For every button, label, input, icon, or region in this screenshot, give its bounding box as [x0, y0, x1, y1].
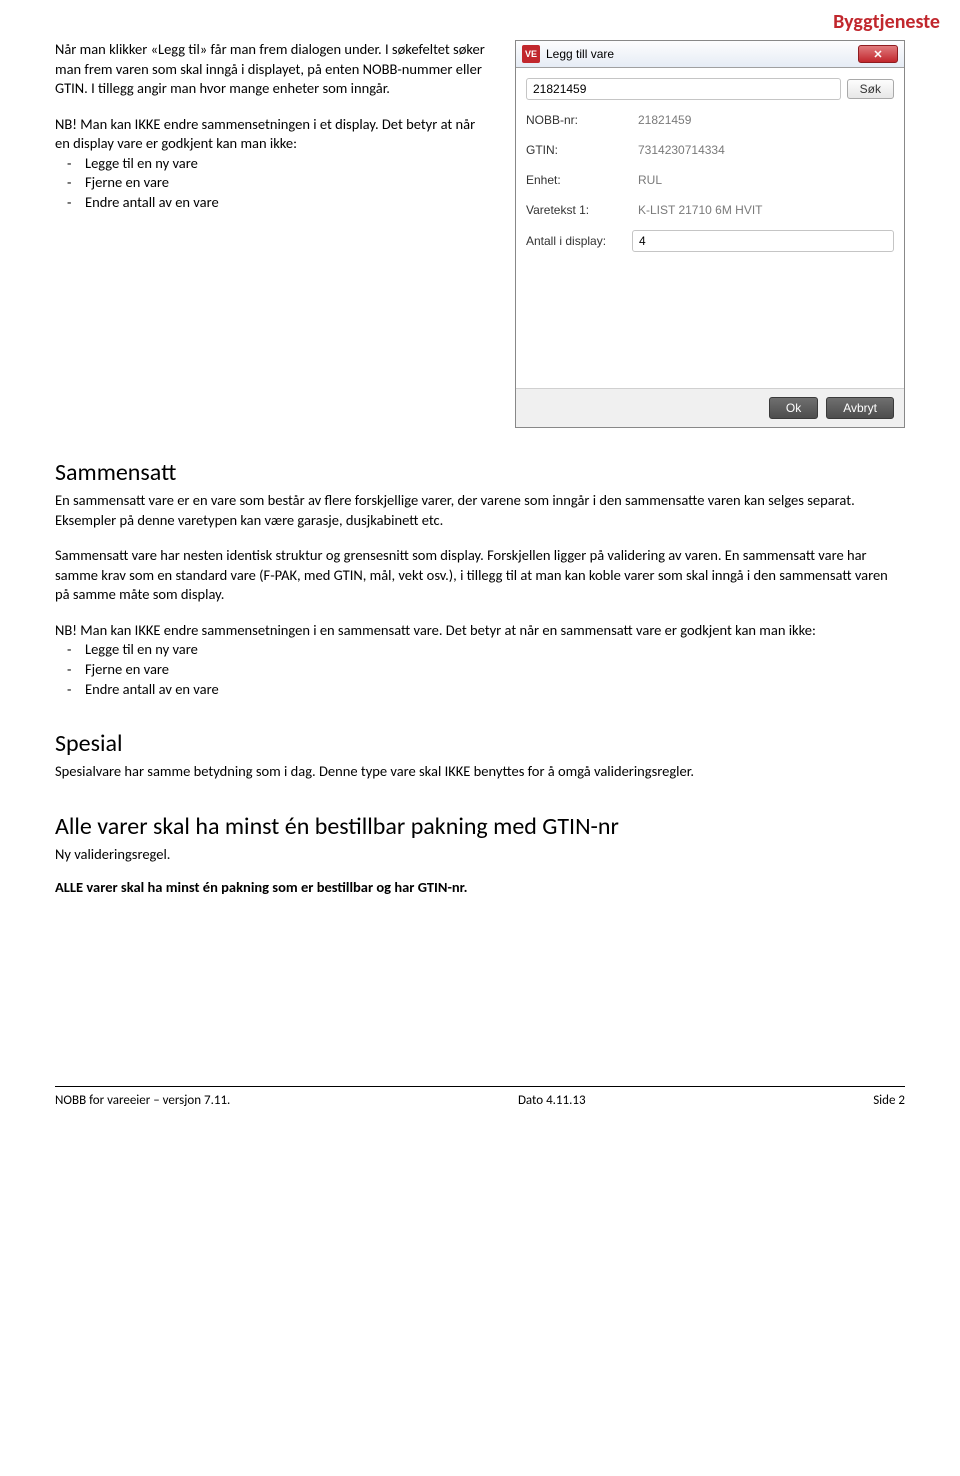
list-item: Fjerne en vare: [85, 173, 485, 193]
sammensatt-p1: En sammensatt vare er en vare som består…: [55, 491, 905, 530]
list-item: Endre antall av en vare: [85, 193, 485, 213]
logo-part1: Bygg: [833, 10, 872, 34]
gtin-sub: Ny valideringsregel.: [55, 845, 905, 865]
spesial-p1: Spesialvare har samme betydning som i da…: [55, 762, 905, 782]
nb-sammensatt-list: Legge til en ny vare Fjerne en vare Endr…: [55, 640, 905, 699]
search-input[interactable]: [526, 78, 841, 100]
gtin-value: 7314230714334: [632, 140, 894, 160]
spesial-heading: Spesial: [55, 729, 905, 758]
field-label: NOBB-nr:: [526, 113, 626, 127]
gtin-heading: Alle varer skal ha minst én bestillbar p…: [55, 812, 905, 841]
search-button[interactable]: Søk: [847, 79, 894, 99]
varetekst-value: K-LIST 21710 6M HVIT: [632, 200, 894, 220]
dialog-titlebar: VE Legg till vare ✕: [516, 41, 904, 68]
app-icon: VE: [522, 45, 540, 63]
brand-logo: Byggtjeneste: [833, 10, 940, 34]
field-label: Enhet:: [526, 173, 626, 187]
nb-display-paragraph: NB! Man kan IKKE endre sammensetningen i…: [55, 115, 485, 154]
sammensatt-p2: Sammensatt vare har nesten identisk stru…: [55, 546, 905, 605]
cancel-button[interactable]: Avbryt: [826, 397, 894, 419]
list-item: Fjerne en vare: [85, 660, 905, 680]
gtin-bold-line: ALLE varer skal ha minst én pakning som …: [55, 878, 905, 896]
footer-center: Dato 4.11.13: [518, 1093, 586, 1108]
close-button[interactable]: ✕: [858, 45, 898, 63]
ok-button[interactable]: Ok: [769, 397, 818, 419]
nb-display-list: Legge til en ny vare Fjerne en vare Endr…: [55, 154, 485, 213]
field-label: GTIN:: [526, 143, 626, 157]
nb-sammensatt-paragraph: NB! Man kan IKKE endre sammensetningen i…: [55, 621, 905, 641]
nobb-value: 21821459: [632, 110, 894, 130]
list-item: Endre antall av en vare: [85, 680, 905, 700]
field-label: Antall i display:: [526, 234, 626, 248]
add-item-dialog: VE Legg till vare ✕ Søk NOBB-nr: 2182145…: [515, 40, 905, 428]
sammensatt-heading: Sammensatt: [55, 458, 905, 487]
dialog-title: Legg till vare: [546, 47, 852, 61]
close-icon: ✕: [873, 48, 882, 61]
list-item: Legge til en ny vare: [85, 640, 905, 660]
page-footer: NOBB for vareeier – versjon 7.11. Dato 4…: [55, 1086, 905, 1108]
intro-paragraph: Når man klikker «Legg til» får man frem …: [55, 40, 485, 99]
antall-input[interactable]: [632, 230, 894, 252]
footer-right: Side 2: [873, 1093, 905, 1108]
logo-part2: tjeneste: [873, 10, 940, 34]
list-item: Legge til en ny vare: [85, 154, 485, 174]
enhet-value: RUL: [632, 170, 894, 190]
field-label: Varetekst 1:: [526, 203, 626, 217]
footer-left: NOBB for vareeier – versjon 7.11.: [55, 1093, 230, 1108]
